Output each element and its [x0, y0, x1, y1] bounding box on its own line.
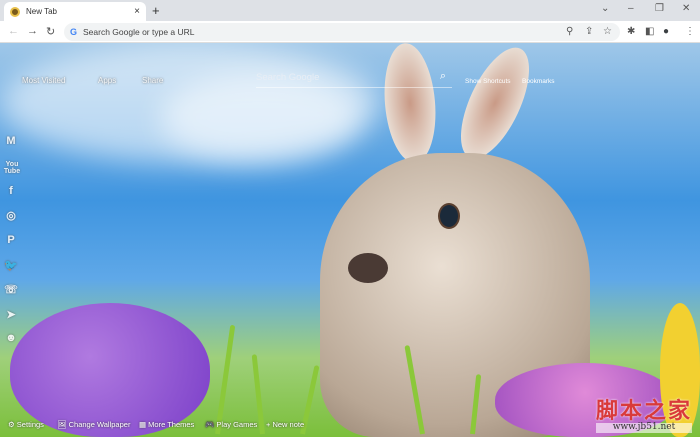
- profile-avatar[interactable]: ●: [663, 26, 669, 37]
- new-note-button[interactable]: + New note: [266, 420, 304, 429]
- share-icon[interactable]: ⇪: [585, 26, 593, 37]
- easter-egg: [10, 303, 210, 437]
- gmail-icon[interactable]: M: [2, 135, 20, 147]
- youtube-icon[interactable]: You Tube: [0, 161, 24, 175]
- menu-icon[interactable]: ⋮: [685, 26, 695, 37]
- watermark-logo: 脚本之家: [595, 397, 692, 424]
- tab-title: New Tab: [26, 7, 57, 16]
- omnibox-placeholder: Search Google or type a URL: [83, 27, 195, 37]
- bunny-ear: [379, 43, 441, 165]
- new-tab-page: Most Visited Apps Share Search Google ⌕ …: [0, 43, 700, 437]
- bunny-eye: [438, 203, 460, 229]
- telegram-icon[interactable]: ➤: [2, 308, 20, 321]
- search-input[interactable]: Search Google ⌕: [256, 68, 452, 88]
- bookmark-star-icon[interactable]: ☆: [603, 26, 612, 37]
- reload-button[interactable]: ↻: [46, 25, 55, 38]
- new-tab-button[interactable]: +: [152, 3, 160, 18]
- tab-strip: New Tab × + ⌄ – ❐ ✕: [0, 0, 700, 21]
- watermark-url: www.jb51.net: [595, 422, 692, 433]
- instagram-icon[interactable]: ◎: [2, 209, 20, 222]
- change-wallpaper-button[interactable]: 🖼 Change Wallpaper: [57, 420, 130, 429]
- more-themes-button[interactable]: ▦ More Themes: [139, 420, 194, 429]
- show-shortcuts-link[interactable]: Show Shortcuts: [465, 78, 511, 85]
- tab-favicon-icon: [10, 6, 20, 17]
- browser-window: New Tab × + ⌄ – ❐ ✕ ← → ↻ G Search Googl…: [0, 0, 700, 437]
- side-panel-icon[interactable]: ◧: [645, 26, 654, 37]
- bunny-ear: [446, 43, 544, 168]
- bookmarks-link[interactable]: Bookmarks: [522, 78, 555, 85]
- forward-button[interactable]: →: [27, 25, 38, 37]
- back-button[interactable]: ←: [8, 25, 19, 37]
- omnibox[interactable]: G Search Google or type a URL: [64, 23, 620, 41]
- bunny-nose: [348, 253, 388, 283]
- tab-new-tab[interactable]: New Tab ×: [4, 2, 146, 21]
- discord-icon[interactable]: ☻: [2, 332, 20, 344]
- settings-button[interactable]: ⚙ Settings: [8, 420, 44, 429]
- watermark: 脚本之家 www.jb51.net: [595, 397, 692, 433]
- minimize-button[interactable]: –: [628, 3, 634, 14]
- whatsapp-icon[interactable]: ☏: [2, 283, 20, 296]
- twitter-icon[interactable]: 🐦: [2, 259, 20, 272]
- search-placeholder: Search Google: [256, 72, 320, 83]
- grass: [215, 324, 236, 435]
- most-visited-link[interactable]: Most Visited: [22, 76, 65, 85]
- play-games-button[interactable]: 🎮 Play Games: [205, 420, 257, 429]
- share-link[interactable]: Share: [142, 76, 163, 85]
- zoom-icon[interactable]: ⚲: [566, 26, 573, 37]
- google-icon: G: [70, 27, 78, 37]
- extensions-icon[interactable]: ✱: [627, 26, 635, 37]
- search-icon[interactable]: ⌕: [440, 70, 446, 83]
- tab-search-icon[interactable]: ⌄: [601, 3, 609, 14]
- browser-toolbar: ← → ↻ G Search Google or type a URL ⚲ ⇪ …: [0, 21, 700, 43]
- pinterest-icon[interactable]: P: [2, 234, 20, 246]
- restore-button[interactable]: ❐: [655, 3, 664, 14]
- facebook-icon[interactable]: f: [2, 185, 20, 197]
- tab-close-icon[interactable]: ×: [134, 6, 140, 17]
- apps-link[interactable]: Apps: [98, 76, 116, 85]
- close-window-button[interactable]: ✕: [682, 3, 690, 14]
